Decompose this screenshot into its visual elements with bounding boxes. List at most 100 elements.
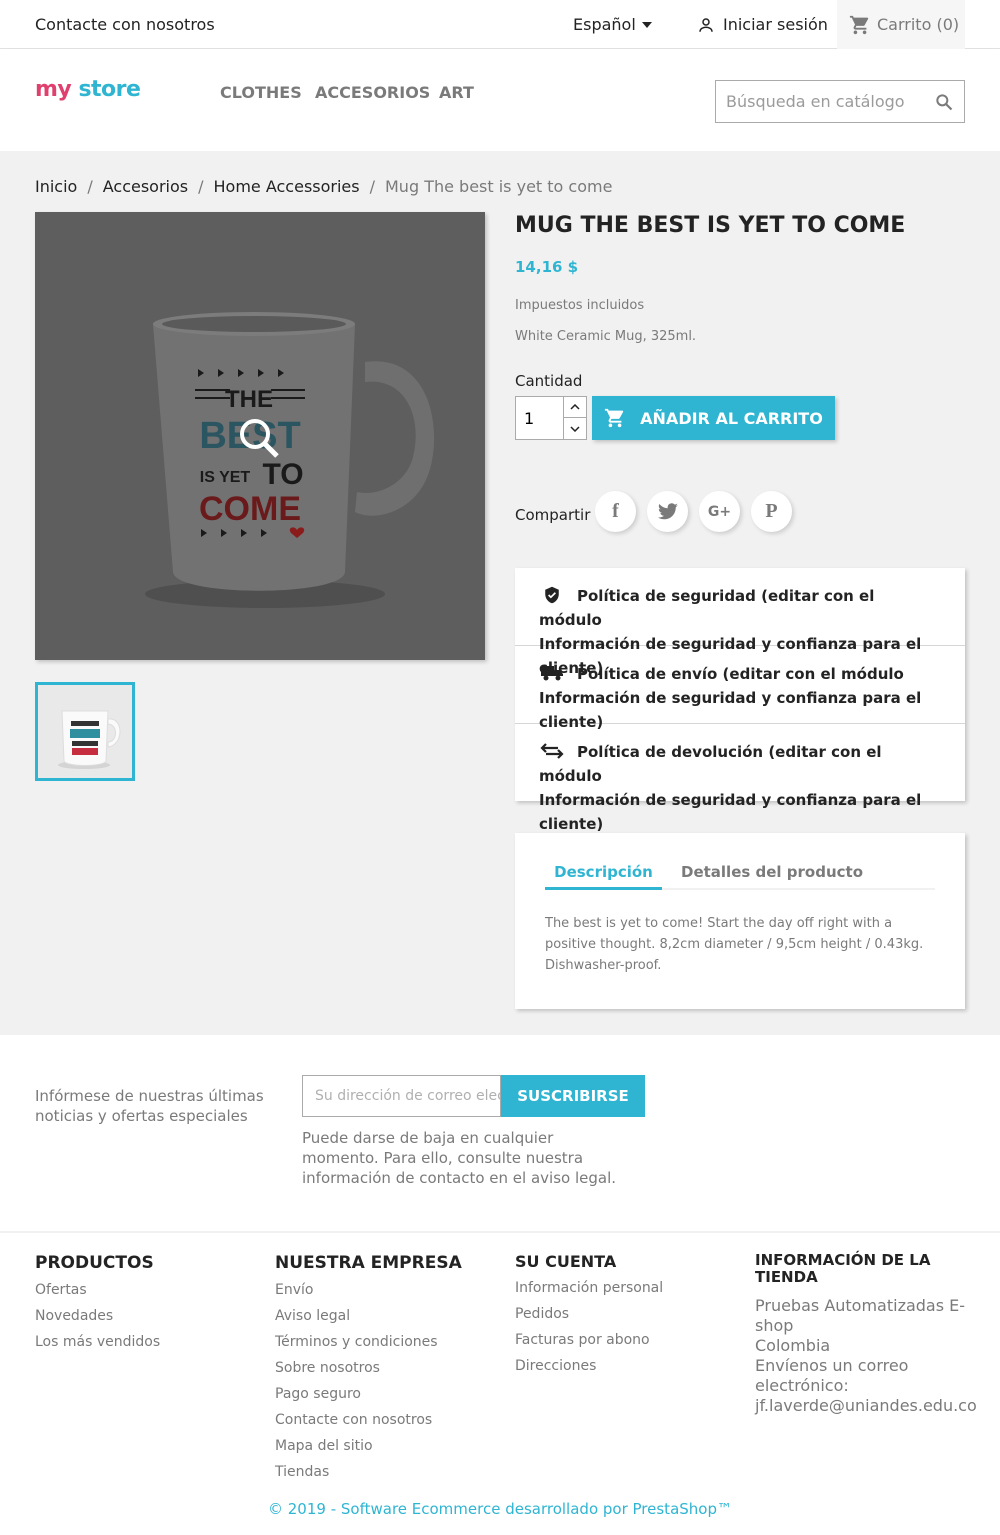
store-email-label: Envíenos un correo electrónico: [755,1356,909,1395]
mug-thumbnail-image [38,685,132,778]
reassurance-block: Política de seguridad (editar con el mód… [515,568,965,833]
site-header: my store CLOTHES ACCESORIOS ART [0,49,1000,151]
add-to-cart-button[interactable]: AÑADIR AL CARRITO [592,396,835,440]
footer-link-pedidos[interactable]: Pedidos [515,1306,569,1322]
search-icon[interactable] [934,92,954,112]
product-cover-image[interactable]: THE BEST IS YET TO COME [35,212,485,660]
menu-clothes[interactable]: CLOTHES [220,83,302,102]
share-pinterest-button[interactable]: P [751,491,792,532]
footer-account-title: SU CUENTA [515,1252,617,1271]
newsletter-email-input[interactable] [302,1075,501,1117]
chevron-up-icon [570,404,580,410]
store-name: Pruebas Automatizadas E-shop [755,1296,966,1335]
quantity-input[interactable] [516,397,563,439]
reassurance-security: Política de seguridad (editar con el mód… [515,568,965,677]
footer-link-ofertas[interactable]: Ofertas [35,1282,87,1298]
footer-store-title: INFORMACIÓN DE LA TIENDA [755,1252,930,1286]
reassurance-returns: Política de devolución (editar con el mó… [515,724,965,833]
footer-link-aviso-legal[interactable]: Aviso legal [275,1308,350,1324]
caret-down-icon [641,21,652,28]
facebook-icon: f [612,500,619,522]
product-thumbnail[interactable] [35,682,135,781]
breadcrumb-separator: / [87,177,93,196]
language-selector[interactable]: Español [573,15,652,34]
chevron-down-icon [570,425,580,432]
tab-description[interactable]: Descripción [545,863,662,890]
sign-in-link[interactable]: Iniciar sesión [697,15,828,34]
menu-accesorios[interactable]: ACCESORIOS [315,83,430,102]
newsletter-note: Puede darse de baja en cualquier momento… [302,1129,617,1187]
googleplus-icon: G+ [707,503,732,520]
tax-label: Impuestos incluidos [515,298,645,313]
share-twitter-button[interactable] [647,491,688,532]
footer-link-contacte[interactable]: Contacte con nosotros [275,1412,432,1428]
footer-link-direcciones[interactable]: Direcciones [515,1358,596,1374]
menu-art[interactable]: ART [439,83,474,102]
product-title: MUG THE BEST IS YET TO COME [515,213,906,238]
mug-text-to: TO [262,458,303,491]
cart-label: Carrito (0) [877,15,960,34]
breadcrumb-separator: / [198,177,204,196]
cart-icon [849,15,869,34]
footer-link-info-personal[interactable]: Información personal [515,1280,663,1296]
breadcrumb-home-accessories[interactable]: Home Accessories [214,177,360,196]
mug-image: THE BEST IS YET TO COME [35,212,485,660]
breadcrumb-separator: / [369,177,375,196]
breadcrumb-accesorios[interactable]: Accesorios [103,177,188,196]
cart-icon [605,408,624,428]
tab-product-details[interactable]: Detalles del producto [681,863,863,881]
quantity-label: Cantidad [515,372,583,390]
add-to-cart-label: AÑADIR AL CARRITO [640,408,823,428]
store-logo[interactable]: my store [35,77,141,102]
language-label: Español [573,15,636,34]
mug-text-come: COME [199,490,301,528]
swap-arrows-icon [540,743,564,759]
search-input[interactable] [716,81,916,122]
main-content: Inicio / Accesorios / Home Accessories /… [0,151,1000,1035]
twitter-icon [657,502,678,519]
footer-link-sobre-nosotros[interactable]: Sobre nosotros [275,1360,380,1376]
footer-link-tiendas[interactable]: Tiendas [275,1464,329,1480]
footer-link-mapa-sitio[interactable]: Mapa del sitio [275,1438,373,1454]
reassurance-returns-line1: Política de devolución (editar con el mó… [539,743,882,785]
truck-icon [541,666,563,681]
subscribe-button[interactable]: SUSCRIBIRSE [501,1075,645,1117]
newsletter-text: Infórmese de nuestras últimas noticias y… [35,1087,264,1125]
product-tabs: Descripción Detalles del producto The be… [515,833,965,1009]
reassurance-returns-line2: Información de seguridad y confianza par… [539,791,922,833]
footer-link-pago-seguro[interactable]: Pago seguro [275,1386,361,1402]
product-short-description: White Ceramic Mug, 325ml. [515,329,697,344]
quantity-increase-button[interactable] [563,397,586,418]
footer-store-title-line2: TIENDA [755,1268,818,1286]
footer-link-terminos[interactable]: Términos y condiciones [275,1334,438,1350]
product-price: 14,16 $ [515,258,579,276]
share-googleplus-button[interactable]: G+ [699,491,740,532]
user-icon [699,17,713,32]
cart-button[interactable]: Carrito (0) [837,0,965,49]
quantity-stepper [515,396,587,440]
sign-in-label: Iniciar sesión [723,15,828,34]
footer-link-facturas[interactable]: Facturas por abono [515,1332,650,1348]
breadcrumb-home[interactable]: Inicio [35,177,77,196]
copyright-link[interactable]: © 2019 - Software Ecommerce desarrollado… [0,1500,1000,1518]
footer-store-title-line1: INFORMACIÓN DE LA [755,1251,931,1269]
store-email-link[interactable]: jf.laverde@uniandes.edu.co [755,1396,977,1415]
reassurance-security-line1: Política de seguridad (editar con el mód… [539,587,875,629]
breadcrumb-current: Mug The best is yet to come [385,177,613,196]
store-info: Pruebas Automatizadas E-shop Colombia En… [755,1296,977,1416]
footer-link-mas-vendidos[interactable]: Los más vendidos [35,1334,160,1350]
search-box [715,80,965,123]
pinterest-icon: P [765,500,778,522]
reassurance-shipping: Política de envío (editar con el módulo … [515,646,965,731]
footer-link-novedades[interactable]: Novedades [35,1308,113,1324]
footer-company-title: NUESTRA EMPRESA [275,1253,462,1273]
quantity-decrease-button[interactable] [563,418,586,439]
footer-products-title: PRODUCTOS [35,1253,154,1273]
contact-link[interactable]: Contacte con nosotros [35,15,215,34]
footer-link-envio[interactable]: Envío [275,1282,313,1298]
share-facebook-button[interactable]: f [595,491,636,532]
share-label: Compartir [515,506,591,524]
footer-divider [0,1231,1000,1233]
product-description-text: The best is yet to come! Start the day o… [545,916,924,973]
shield-check-icon [545,586,559,604]
